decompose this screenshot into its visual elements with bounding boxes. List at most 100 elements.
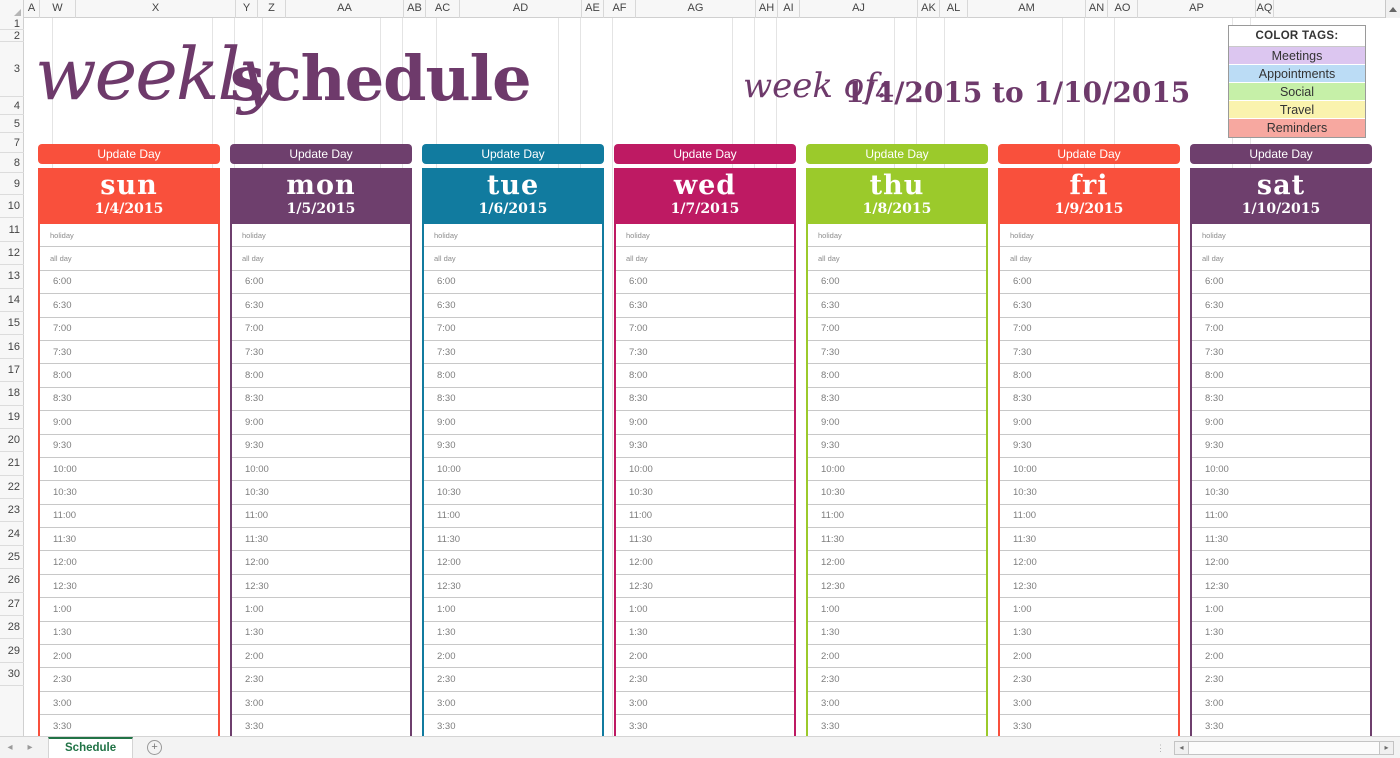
slot-900-sat[interactable]: 9:00: [1192, 411, 1370, 435]
slot-300-wed[interactable]: 3:00: [616, 691, 794, 716]
row-header-28[interactable]: 28: [0, 616, 24, 640]
scroll-up-button[interactable]: [1385, 0, 1400, 18]
slot-1030-mon[interactable]: 10:30: [232, 481, 410, 505]
sheet-canvas[interactable]: weekly schedule week of: 1/4/2015 to 1/1…: [25, 18, 1393, 736]
slot-830-tue[interactable]: 8:30: [424, 387, 602, 412]
slot-730-thu[interactable]: 7:30: [808, 340, 986, 365]
slot-100-fri[interactable]: 1:00: [1000, 598, 1178, 622]
row-header-2[interactable]: 2: [0, 30, 24, 42]
slot-all-day-thu[interactable]: all day: [808, 247, 986, 271]
column-header-ac[interactable]: AC: [426, 0, 460, 18]
slot-all-day-fri[interactable]: all day: [1000, 247, 1178, 271]
slot-730-sun[interactable]: 7:30: [40, 340, 218, 365]
slot-1130-wed[interactable]: 11:30: [616, 528, 794, 552]
slot-800-sun[interactable]: 8:00: [40, 364, 218, 388]
row-header-23[interactable]: 23: [0, 499, 24, 523]
column-header-ak[interactable]: AK: [918, 0, 940, 18]
row-header-4[interactable]: 4: [0, 97, 24, 115]
update-day-button-mon[interactable]: Update Day: [230, 144, 412, 164]
row-header-25[interactable]: 25: [0, 546, 24, 570]
slot-730-mon[interactable]: 7:30: [232, 340, 410, 365]
slot-300-tue[interactable]: 3:00: [424, 691, 602, 716]
slot-630-thu[interactable]: 6:30: [808, 294, 986, 318]
slot-700-wed[interactable]: 7:00: [616, 317, 794, 341]
row-header-10[interactable]: 10: [0, 195, 24, 219]
slot-300-fri[interactable]: 3:00: [1000, 691, 1178, 716]
row-header-14[interactable]: 14: [0, 289, 24, 312]
slot-holiday-wed[interactable]: holiday: [616, 224, 794, 248]
column-header-ao[interactable]: AO: [1108, 0, 1138, 18]
slot-700-thu[interactable]: 7:00: [808, 317, 986, 341]
slot-1230-thu[interactable]: 12:30: [808, 574, 986, 599]
slot-1130-mon[interactable]: 11:30: [232, 528, 410, 552]
slot-600-thu[interactable]: 6:00: [808, 270, 986, 295]
slot-600-sat[interactable]: 6:00: [1192, 270, 1370, 295]
slot-100-tue[interactable]: 1:00: [424, 598, 602, 622]
slot-700-mon[interactable]: 7:00: [232, 317, 410, 341]
scroll-left-button[interactable]: ◂: [1174, 741, 1189, 755]
slot-1030-tue[interactable]: 10:30: [424, 481, 602, 505]
slot-200-mon[interactable]: 2:00: [232, 645, 410, 669]
slot-630-wed[interactable]: 6:30: [616, 294, 794, 318]
slot-all-day-sun[interactable]: all day: [40, 247, 218, 271]
slot-all-day-sat[interactable]: all day: [1192, 247, 1370, 271]
row-header-7[interactable]: 7: [0, 133, 24, 153]
slot-all-day-tue[interactable]: all day: [424, 247, 602, 271]
row-header-22[interactable]: 22: [0, 476, 24, 500]
slot-230-sun[interactable]: 2:30: [40, 668, 218, 692]
slot-holiday-fri[interactable]: holiday: [1000, 224, 1178, 248]
row-header-20[interactable]: 20: [0, 429, 24, 453]
row-header-11[interactable]: 11: [0, 218, 24, 242]
slot-1230-fri[interactable]: 12:30: [1000, 574, 1178, 599]
slot-1200-sun[interactable]: 12:00: [40, 551, 218, 575]
slot-330-thu[interactable]: 3:30: [808, 715, 986, 736]
column-header-af[interactable]: AF: [604, 0, 636, 18]
column-header-ap[interactable]: AP: [1138, 0, 1256, 18]
slot-600-mon[interactable]: 6:00: [232, 270, 410, 295]
row-header-17[interactable]: 17: [0, 359, 24, 383]
slot-900-tue[interactable]: 9:00: [424, 411, 602, 435]
slot-100-wed[interactable]: 1:00: [616, 598, 794, 622]
column-header-w[interactable]: W: [40, 0, 76, 18]
slot-700-tue[interactable]: 7:00: [424, 317, 602, 341]
slot-1100-tue[interactable]: 11:00: [424, 504, 602, 529]
slot-1100-mon[interactable]: 11:00: [232, 504, 410, 529]
slot-730-fri[interactable]: 7:30: [1000, 340, 1178, 365]
row-header-1[interactable]: 1: [0, 18, 24, 30]
sheet-nav-next[interactable]: ▸: [20, 742, 40, 753]
slot-1130-tue[interactable]: 11:30: [424, 528, 602, 552]
slot-630-sat[interactable]: 6:30: [1192, 294, 1370, 318]
slot-holiday-sat[interactable]: holiday: [1192, 224, 1370, 248]
add-sheet-icon[interactable]: +: [147, 740, 163, 755]
slot-900-thu[interactable]: 9:00: [808, 411, 986, 435]
slot-holiday-sun[interactable]: holiday: [40, 224, 218, 248]
row-header-18[interactable]: 18: [0, 382, 24, 406]
slot-930-thu[interactable]: 9:30: [808, 434, 986, 458]
slot-holiday-tue[interactable]: holiday: [424, 224, 602, 248]
row-header-15[interactable]: 15: [0, 312, 24, 336]
slot-600-sun[interactable]: 6:00: [40, 270, 218, 295]
row-header-24[interactable]: 24: [0, 522, 24, 546]
slot-1100-wed[interactable]: 11:00: [616, 504, 794, 529]
slot-200-sun[interactable]: 2:00: [40, 645, 218, 669]
slot-1000-mon[interactable]: 10:00: [232, 457, 410, 482]
slot-330-fri[interactable]: 3:30: [1000, 715, 1178, 736]
slot-330-sun[interactable]: 3:30: [40, 715, 218, 736]
slot-100-sun[interactable]: 1:00: [40, 598, 218, 622]
slot-330-mon[interactable]: 3:30: [232, 715, 410, 736]
update-day-button-tue[interactable]: Update Day: [422, 144, 604, 164]
slot-230-thu[interactable]: 2:30: [808, 668, 986, 692]
sheet-nav-prev[interactable]: ◂: [0, 742, 20, 753]
slot-300-sat[interactable]: 3:00: [1192, 691, 1370, 716]
slot-930-tue[interactable]: 9:30: [424, 434, 602, 458]
week-of-value[interactable]: 1/4/2015 to 1/10/2015: [845, 76, 1190, 109]
column-header-an[interactable]: AN: [1086, 0, 1108, 18]
update-day-button-fri[interactable]: Update Day: [998, 144, 1180, 164]
slot-all-day-mon[interactable]: all day: [232, 247, 410, 271]
update-day-button-thu[interactable]: Update Day: [806, 144, 988, 164]
slot-700-sat[interactable]: 7:00: [1192, 317, 1370, 341]
slot-600-tue[interactable]: 6:00: [424, 270, 602, 295]
slot-700-sun[interactable]: 7:00: [40, 317, 218, 341]
sheet-tab-schedule[interactable]: Schedule: [48, 737, 134, 758]
slot-130-tue[interactable]: 1:30: [424, 621, 602, 646]
